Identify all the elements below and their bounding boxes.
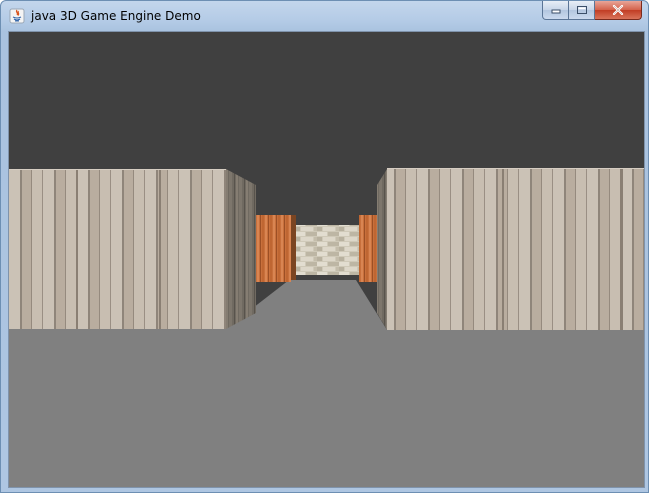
ceiling [9,32,644,172]
app-window: java 3D Game Engine Demo [0,0,649,493]
right-wall-seam [502,168,504,330]
close-button[interactable] [595,1,642,20]
left-wall-seam [76,169,78,329]
title-bar[interactable]: java 3D Game Engine Demo [1,1,648,31]
window-controls [542,1,642,21]
left-door-edge [291,215,296,280]
left-wall-seam-2 [159,169,161,329]
right-wall-top-edge [387,168,644,169]
close-icon [612,5,624,15]
maximize-icon [576,6,587,14]
right-wall-side [377,169,387,330]
minimize-button[interactable] [542,1,569,20]
maximize-button[interactable] [569,1,595,20]
game-viewport[interactable] [8,31,645,488]
left-wall-top-edge [9,169,226,170]
right-door [359,215,377,282]
left-door [256,215,291,282]
minimize-icon [551,9,560,14]
game-scene [9,32,644,487]
left-wall-side [226,169,256,329]
java-icon [9,8,25,24]
left-wall-front [9,169,226,329]
right-wall-seam-2 [620,168,623,330]
end-wall-stone [296,225,359,275]
right-wall-front [387,168,644,330]
window-title: java 3D Game Engine Demo [31,9,201,23]
